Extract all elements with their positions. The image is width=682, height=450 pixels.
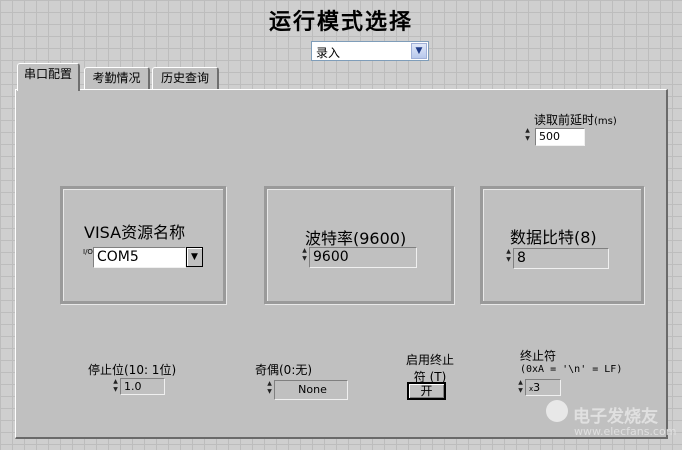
term-enable-toggle[interactable]: 开: [407, 382, 446, 400]
visa-resource-select[interactable]: I/O COM5 ▼: [83, 247, 203, 268]
read-delay-label: 读取前延时(ms): [534, 113, 617, 127]
tab-serial-config[interactable]: 串口配置: [17, 63, 80, 91]
io-icon: I/O: [83, 248, 93, 256]
stopbits-input[interactable]: 1.0: [120, 378, 165, 395]
mode-select[interactable]: 录入 ▼: [311, 41, 429, 61]
read-delay-spinner[interactable]: ▲ ▼: [524, 127, 531, 147]
term-char-label: 终止符 (0xA = '\n' = LF): [520, 349, 623, 375]
chevron-down-icon[interactable]: ▼: [186, 247, 203, 267]
databits-spinner[interactable]: ▲ ▼: [505, 248, 512, 269]
baud-label: 波特率(9600): [305, 229, 407, 248]
read-delay-input[interactable]: 500: [535, 128, 585, 146]
term-enable-label: 启用终止 符 (T): [406, 353, 455, 384]
baud-input[interactable]: 9600: [309, 247, 417, 268]
databits-label: 数据比特(8): [510, 228, 597, 247]
parity-spinner[interactable]: ▲ ▼: [266, 380, 273, 400]
parity-label: 奇偶(0:无): [255, 363, 313, 377]
baud-spinner[interactable]: ▲ ▼: [301, 247, 308, 268]
watermark-text: 电子发烧友: [573, 407, 658, 427]
databits-input[interactable]: 8: [513, 248, 609, 269]
visa-value[interactable]: COM5: [93, 247, 186, 268]
parity-input[interactable]: None: [274, 380, 348, 400]
tab-history[interactable]: 历史查询: [152, 67, 219, 89]
stopbits-spinner[interactable]: ▲ ▼: [112, 378, 119, 396]
page-title: 运行模式选择: [268, 9, 413, 35]
stopbits-label: 停止位(10: 1位): [88, 363, 177, 377]
chevron-down-icon[interactable]: ▼: [411, 43, 427, 59]
watermark-logo-icon: [546, 400, 568, 422]
term-char-spinner[interactable]: ▲ ▼: [517, 379, 524, 396]
watermark-url: www.elecfans.com: [574, 425, 677, 438]
visa-group: [60, 186, 226, 304]
mode-select-value: 录入: [316, 46, 341, 60]
visa-label: VISA资源名称: [84, 223, 186, 242]
term-char-input[interactable]: x3: [525, 379, 561, 396]
tab-attendance[interactable]: 考勤情况: [84, 67, 150, 89]
